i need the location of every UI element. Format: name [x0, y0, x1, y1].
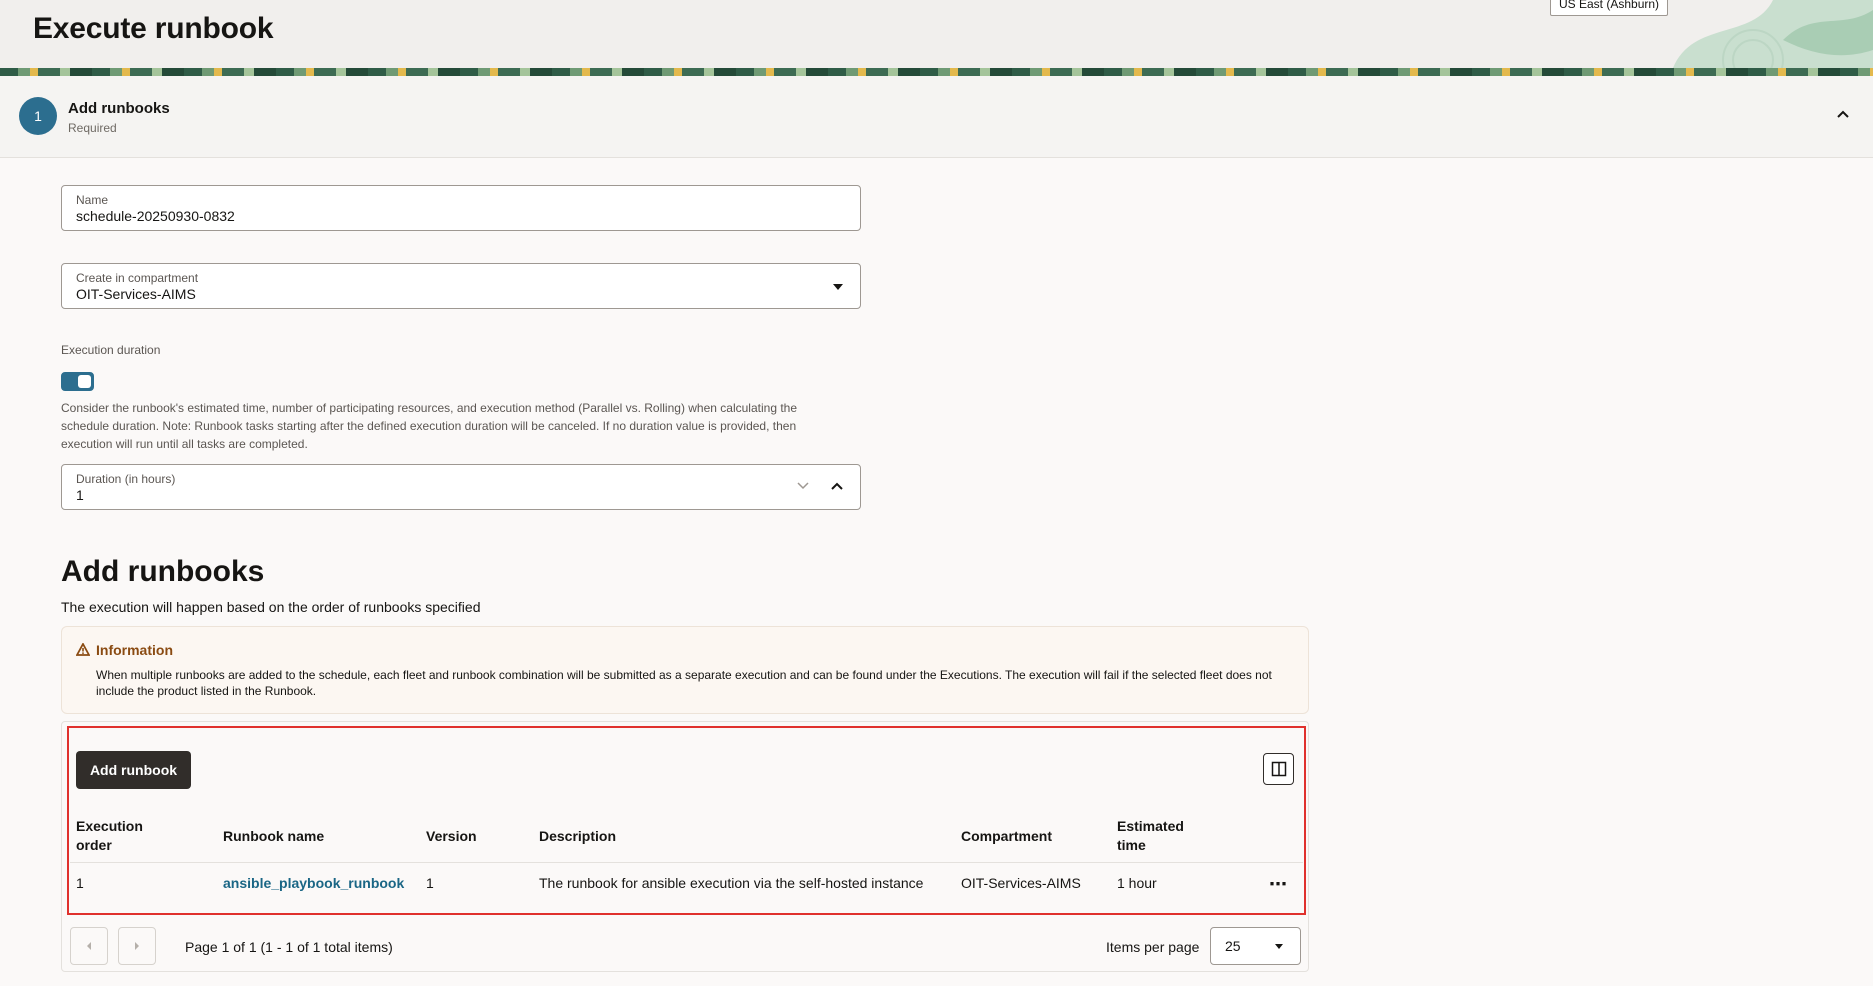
name-field[interactable]: Name schedule-20250930-0832 [61, 185, 861, 231]
increment-icon[interactable] [830, 481, 844, 491]
manage-columns-button[interactable] [1263, 753, 1294, 785]
information-title: Information [96, 642, 173, 658]
page-title: Execute runbook [33, 12, 274, 45]
column-header-estimated-time: Estimated time [1117, 818, 1184, 853]
cell-description: The runbook for ansible execution via th… [539, 875, 924, 891]
add-runbook-button[interactable]: Add runbook [76, 751, 191, 789]
triangle-right-icon [135, 942, 139, 950]
column-header-version: Version [426, 828, 477, 844]
step-header[interactable]: 1 Add runbooks Required [0, 76, 1873, 158]
caret-down-icon[interactable] [832, 283, 844, 291]
header-pattern-strip [0, 68, 1873, 76]
column-header-runbook-name: Runbook name [223, 828, 325, 844]
header-decoration [1673, 0, 1873, 68]
toggle-knob [78, 375, 91, 388]
decrement-icon[interactable] [796, 481, 810, 491]
triangle-left-icon [87, 942, 91, 950]
cell-version: 1 [426, 875, 434, 891]
step-title: Add runbooks [68, 100, 170, 117]
items-per-page-select[interactable]: 25 [1210, 927, 1301, 965]
name-field-value[interactable]: schedule-20250930-0832 [76, 208, 235, 224]
step-required-label: Required [68, 121, 117, 135]
row-actions-menu-icon[interactable]: ⋯ [1269, 874, 1288, 895]
pagination-summary: Page 1 of 1 (1 - 1 of 1 total items) [185, 939, 393, 955]
column-header-description: Description [539, 828, 617, 844]
chevron-up-icon[interactable] [1835, 106, 1851, 122]
compartment-select-label: Create in compartment [76, 271, 199, 285]
add-runbooks-heading: Add runbooks [61, 555, 265, 588]
column-header-compartment: Compartment [961, 828, 1053, 844]
compartment-select[interactable]: Create in compartment OIT-Services-AIMS [61, 263, 861, 309]
caret-down-icon [1275, 944, 1283, 949]
duration-input[interactable]: Duration (in hours) 1 [61, 464, 861, 510]
information-text: When multiple runbooks are added to the … [96, 668, 1272, 698]
next-page-button[interactable] [118, 927, 156, 965]
cell-execution-order: 1 [76, 875, 84, 891]
execution-duration-toggle[interactable] [61, 372, 94, 391]
duration-input-value[interactable]: 1 [76, 487, 84, 503]
execution-duration-label: Execution duration [61, 343, 161, 357]
column-header-execution-order: Execution order [76, 818, 143, 853]
cell-estimated-time: 1 hour [1117, 875, 1157, 891]
runbook-name-link[interactable]: ansible_playbook_runbook [223, 875, 404, 891]
warning-triangle-icon [76, 643, 90, 656]
page-header: Execute runbook US East (Ashburn) [0, 0, 1873, 76]
add-runbooks-subtitle: The execution will happen based on the o… [61, 599, 481, 615]
execution-duration-help: Consider the runbook's estimated time, n… [61, 401, 798, 451]
previous-page-button[interactable] [70, 927, 108, 965]
compartment-select-value: OIT-Services-AIMS [76, 286, 196, 302]
table-header-divider [70, 862, 1303, 863]
columns-icon [1271, 761, 1286, 777]
items-per-page-value: 25 [1225, 938, 1241, 954]
cell-compartment: OIT-Services-AIMS [961, 875, 1081, 891]
duration-input-label: Duration (in hours) [76, 472, 176, 486]
items-per-page-label: Items per page [1106, 939, 1200, 955]
step-number-badge: 1 [19, 97, 57, 135]
name-field-label: Name [76, 193, 109, 207]
